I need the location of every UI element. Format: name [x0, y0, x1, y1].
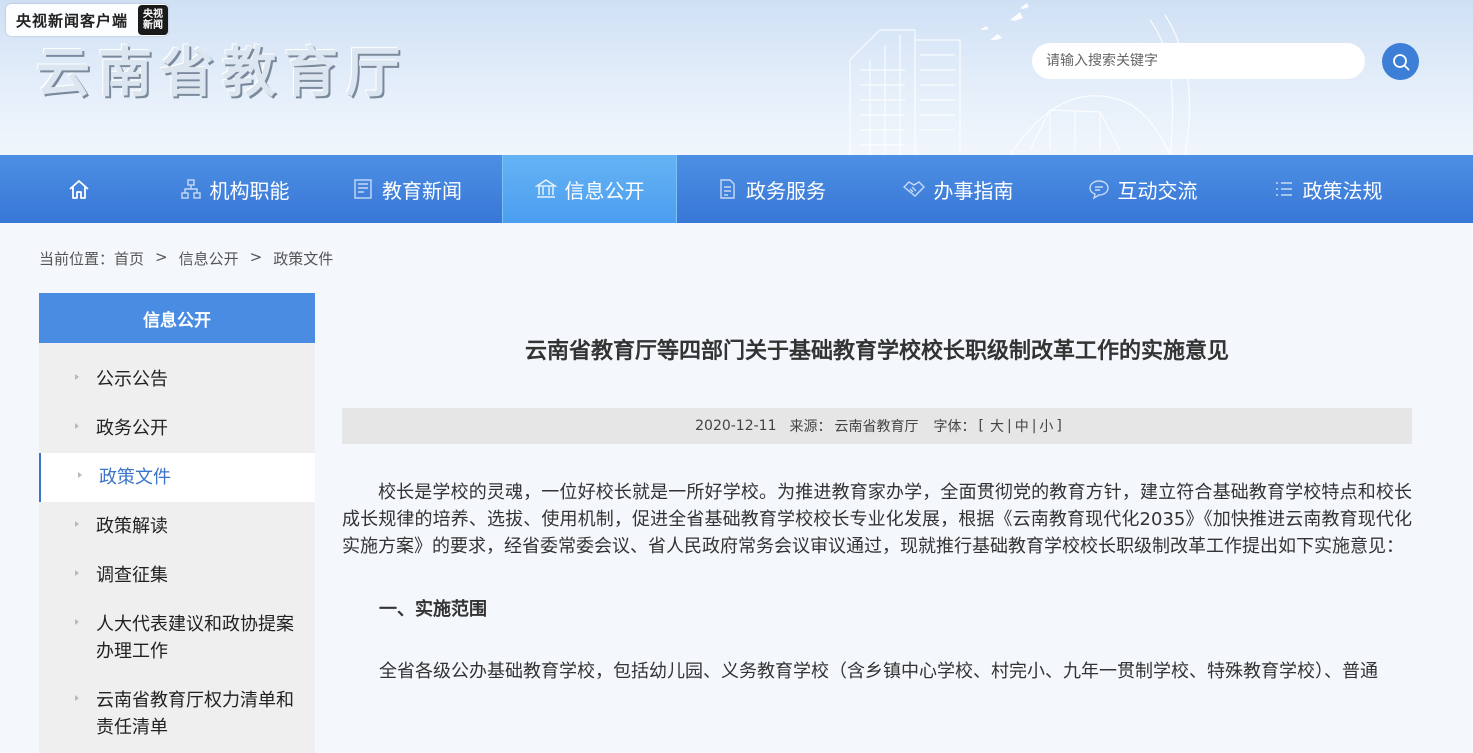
breadcrumb: 当前位置： 首页 > 信息公开 > 政策文件: [39, 248, 333, 269]
sidebar-item-renda-jianyi[interactable]: 人大代表建议和政协提案办理工作: [39, 600, 315, 676]
sidebar-item-label: 政策文件: [99, 467, 171, 488]
nav-item-zhengce-fagui[interactable]: 政策法规: [1235, 155, 1420, 223]
chat-icon: [1088, 178, 1110, 200]
sidebar-item-diaocha-zhengji[interactable]: 调查征集: [39, 551, 315, 600]
sidebar-item-gongshi-gonggao[interactable]: 公示公告: [39, 355, 315, 404]
nav-item-hudong-jiaoliu[interactable]: 互动交流: [1050, 155, 1235, 223]
bank-icon: [534, 178, 557, 200]
handshake-icon: [902, 178, 926, 200]
search-icon: [1392, 53, 1409, 70]
sidebar-item-zhengwu-gongkai[interactable]: 政务公开: [39, 404, 315, 453]
article-paragraph: 全省各级公办基础教育学校，包括幼儿园、义务教育学校（含乡镇中心学校、村完小、九年…: [379, 661, 1378, 682]
home-icon: [68, 180, 89, 199]
article: 云南省教育厅等四部门关于基础教育学校校长职级制改革工作的实施意见 2020-12…: [342, 293, 1412, 685]
article-date: 2020-12-11: [695, 418, 777, 434]
nav-item-label: 机构职能: [209, 178, 290, 203]
nav-item-label: 办事指南: [933, 178, 1014, 203]
bullet-arrow-icon: [75, 374, 79, 380]
site-title: 云南省教育厅: [36, 41, 408, 104]
document-icon: [716, 178, 738, 200]
breadcrumb-zhengce-wenjian[interactable]: 政策文件: [273, 248, 333, 269]
org-chart-icon: [180, 178, 202, 200]
bullet-arrow-icon: [75, 570, 79, 576]
nav-home[interactable]: [0, 155, 157, 223]
sidebar: 信息公开 公示公告 政务公开 政策文件 政策解读 调查征集 人大代表建议和政协提…: [39, 293, 315, 753]
article-title: 云南省教育厅等四部门关于基础教育学校校长职级制改革工作的实施意见: [524, 339, 1229, 364]
breadcrumb-separator: >: [249, 248, 263, 266]
sidebar-item-zhengce-wenjian[interactable]: 政策文件: [39, 453, 315, 502]
main-nav: 机构职能 教育新闻 信息公开 政务服务 办事指南 互动交流 政策法规: [0, 155, 1473, 223]
nav-item-xinxi-gongkai[interactable]: 信息公开: [502, 155, 677, 223]
bullet-arrow-icon: [78, 472, 82, 478]
breadcrumb-xinxi-gongkai[interactable]: 信息公开: [179, 248, 239, 269]
breadcrumb-home[interactable]: 首页: [114, 248, 144, 269]
list-icon: [1273, 178, 1295, 200]
nav-item-label: 互动交流: [1117, 178, 1198, 203]
bullet-arrow-icon: [75, 619, 79, 625]
search-input[interactable]: [1046, 53, 1346, 69]
nav-item-label: 政策法规: [1302, 178, 1383, 203]
bullet-arrow-icon: [75, 423, 79, 429]
sidebar-item-label: 云南省教育厅权力清单和责任清单: [96, 690, 294, 738]
article-meta: 2020-12-11 来源： 云南省教育厅 字体：[ 大 | 中 | 小]: [342, 408, 1412, 444]
article-paragraph: 校长是学校的灵魂，一位好校长就是一所好学校。为推进教育家办学，全面贯彻党的教育方…: [342, 482, 1412, 557]
font-size-small-button[interactable]: 小: [1039, 416, 1053, 436]
sidebar-title: 信息公开: [39, 293, 315, 343]
breadcrumb-separator: >: [155, 248, 168, 266]
article-source: 云南省教育厅: [834, 419, 919, 435]
font-size-label: 字体：: [933, 419, 976, 435]
font-size-medium-button[interactable]: 中: [1015, 416, 1029, 436]
sidebar-item-quanli-qingdan[interactable]: 云南省教育厅权力清单和责任清单: [39, 676, 315, 752]
nav-item-jigou[interactable]: 机构职能: [157, 155, 312, 223]
nav-item-banshi-zhinan[interactable]: 办事指南: [865, 155, 1050, 223]
sidebar-item-label: 政策解读: [96, 516, 168, 537]
section-heading: 一、实施范围: [379, 599, 487, 620]
sidebar-item-zhengce-jiedu[interactable]: 政策解读: [39, 502, 315, 551]
sidebar-item-label: 调查征集: [96, 565, 168, 586]
nav-item-zhengwu-fuwu[interactable]: 政务服务: [677, 155, 865, 223]
source-label: 来源：: [789, 419, 832, 435]
sidebar-list: 公示公告 政务公开 政策文件 政策解读 调查征集 人大代表建议和政协提案办理工作…: [39, 343, 315, 752]
breadcrumb-prefix: 当前位置：: [39, 250, 115, 268]
nav-item-label: 政务服务: [746, 178, 826, 203]
bullet-arrow-icon: [75, 521, 79, 527]
font-size-large-button[interactable]: 大: [990, 416, 1004, 436]
nav-item-jiaoyu-xinwen[interactable]: 教育新闻: [312, 155, 502, 223]
site-header: 央视新闻客户端 央视 新闻 云南省教育厅: [0, 0, 1473, 155]
nav-item-label: 信息公开: [564, 178, 645, 203]
sidebar-item-label: 人大代表建议和政协提案办理工作: [96, 614, 294, 662]
news-icon: [352, 178, 374, 200]
sidebar-item-label: 公示公告: [96, 369, 168, 390]
cctv-logo-line1: 央视: [143, 9, 164, 20]
sidebar-item-label: 政务公开: [96, 418, 168, 439]
search-box[interactable]: [1032, 43, 1365, 79]
bullet-arrow-icon: [75, 695, 79, 701]
search-button[interactable]: [1382, 43, 1419, 80]
nav-item-label: 教育新闻: [382, 178, 462, 203]
